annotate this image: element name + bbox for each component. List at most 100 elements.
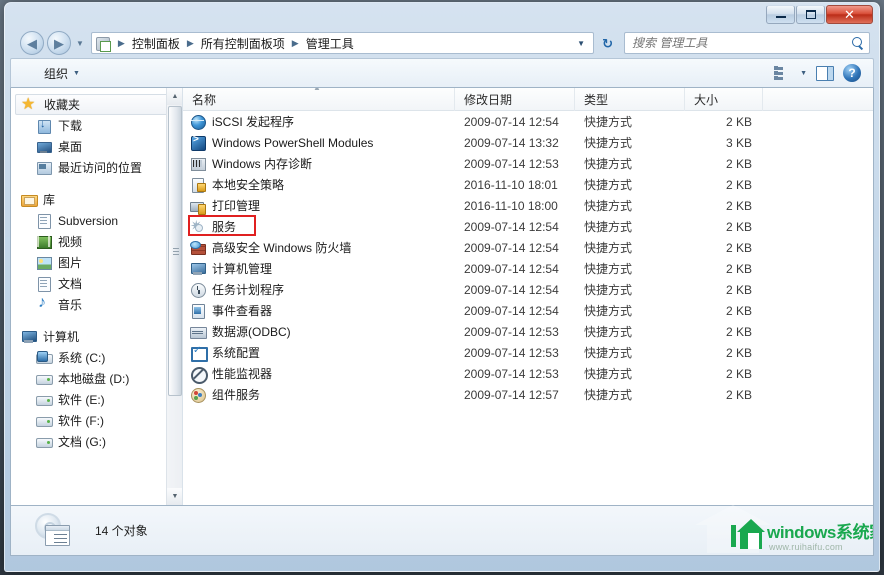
navigation-scrollbar[interactable]: ▲ ▼ bbox=[166, 88, 182, 505]
file-name-cell[interactable]: 组件服务 bbox=[183, 384, 455, 405]
file-name-cell[interactable]: 数据源(ODBC) bbox=[183, 321, 455, 342]
table-row[interactable]: Windows PowerShell Modules2009-07-14 13:… bbox=[183, 132, 873, 153]
file-date-cell: 2009-07-14 12:53 bbox=[455, 321, 575, 342]
breadcrumb-item-control-panel[interactable]: 控制面板 bbox=[129, 34, 183, 53]
table-row[interactable]: 数据源(ODBC)2009-07-14 12:53快捷方式2 KB bbox=[183, 321, 873, 342]
table-row[interactable]: 组件服务2009-07-14 12:57快捷方式2 KB bbox=[183, 384, 873, 405]
administrative-tools-icon bbox=[33, 511, 73, 551]
file-name-cell[interactable]: 服务 bbox=[183, 216, 455, 237]
file-type-cell: 快捷方式 bbox=[575, 300, 685, 321]
watermark-accent-bar bbox=[731, 525, 736, 547]
sidebar-item[interactable]: 文档 bbox=[11, 273, 182, 294]
file-name-cell[interactable]: 高级安全 Windows 防火墙 bbox=[183, 237, 455, 258]
file-date-cell: 2009-07-14 12:53 bbox=[455, 363, 575, 384]
table-row[interactable]: 打印管理2016-11-10 18:00快捷方式2 KB bbox=[183, 195, 873, 216]
table-row[interactable]: 服务2009-07-14 12:54快捷方式2 KB bbox=[183, 216, 873, 237]
list-view-icon[interactable] bbox=[774, 66, 791, 80]
file-name-label: 打印管理 bbox=[212, 197, 260, 214]
navigation-tree: 收藏夹下载桌面最近访问的位置库Subversion视频图片文档音乐计算机系统 (… bbox=[11, 88, 182, 452]
table-row[interactable]: iSCSI 发起程序2009-07-14 12:54快捷方式2 KB bbox=[183, 111, 873, 132]
column-header-date[interactable]: 修改日期 bbox=[455, 88, 575, 111]
sidebar-item[interactable]: 最近访问的位置 bbox=[11, 157, 182, 178]
file-size-cell: 2 KB bbox=[685, 300, 763, 321]
sidebar-item[interactable]: 图片 bbox=[11, 252, 182, 273]
toolbar-right-group: ▼ ? bbox=[774, 64, 869, 82]
sidebar-item[interactable]: 音乐 bbox=[11, 294, 182, 315]
sidebar-item[interactable]: 视频 bbox=[11, 231, 182, 252]
maximize-button[interactable] bbox=[796, 5, 825, 24]
table-row[interactable]: 本地安全策略2016-11-10 18:01快捷方式2 KB bbox=[183, 174, 873, 195]
minimize-button[interactable] bbox=[766, 5, 795, 24]
file-size-cell: 3 KB bbox=[685, 132, 763, 153]
file-date-cell: 2009-07-14 12:54 bbox=[455, 111, 575, 132]
file-date-cell: 2009-07-14 12:53 bbox=[455, 153, 575, 174]
file-date-cell: 2016-11-10 18:01 bbox=[455, 174, 575, 195]
table-row[interactable]: 系统配置2009-07-14 12:53快捷方式2 KB bbox=[183, 342, 873, 363]
file-name-cell[interactable]: 性能监视器 bbox=[183, 363, 455, 384]
table-row[interactable]: 计算机管理2009-07-14 12:54快捷方式2 KB bbox=[183, 258, 873, 279]
table-row[interactable]: 高级安全 Windows 防火墙2009-07-14 12:54快捷方式2 KB bbox=[183, 237, 873, 258]
file-name-cell[interactable]: Windows PowerShell Modules bbox=[183, 132, 455, 153]
sidebar-item-label: 图片 bbox=[58, 254, 82, 271]
file-name-cell[interactable]: 打印管理 bbox=[183, 195, 455, 216]
file-type-cell: 快捷方式 bbox=[575, 153, 685, 174]
breadcrumb-item-all-items[interactable]: 所有控制面板项 bbox=[198, 34, 288, 53]
sidebar-group-2[interactable]: 库 bbox=[11, 189, 182, 210]
system-drive-icon bbox=[36, 350, 52, 366]
column-header-blank bbox=[763, 88, 873, 111]
sidebar-item[interactable]: 文档 (G:) bbox=[11, 431, 182, 452]
column-header-name[interactable]: 名称 ▲ bbox=[183, 88, 455, 111]
file-name-cell[interactable]: Windows 内存诊断 bbox=[183, 153, 455, 174]
table-row[interactable]: 任务计划程序2009-07-14 12:54快捷方式2 KB bbox=[183, 279, 873, 300]
back-button[interactable]: ◀ bbox=[20, 31, 44, 55]
sidebar-group-1[interactable]: 收藏夹 bbox=[15, 94, 176, 115]
view-options-caret-icon[interactable]: ▼ bbox=[800, 70, 807, 77]
file-name-cell[interactable]: 事件查看器 bbox=[183, 300, 455, 321]
organize-button[interactable]: 组织 ▼ bbox=[37, 62, 87, 85]
help-icon[interactable]: ? bbox=[843, 64, 861, 82]
scrollbar-thumb[interactable] bbox=[168, 106, 182, 396]
sidebar-item-label: 软件 (F:) bbox=[58, 412, 104, 429]
table-row[interactable]: 性能监视器2009-07-14 12:53快捷方式2 KB bbox=[183, 363, 873, 384]
sidebar-item[interactable]: 下载 bbox=[11, 115, 182, 136]
file-name-cell[interactable]: iSCSI 发起程序 bbox=[183, 111, 455, 132]
history-dropdown-button[interactable]: ▼ bbox=[74, 39, 86, 48]
breadcrumb-item-admin-tools[interactable]: 管理工具 bbox=[303, 34, 357, 53]
preview-pane-icon[interactable] bbox=[816, 66, 834, 81]
performance-monitor-icon bbox=[190, 366, 206, 382]
file-date-cell: 2009-07-14 12:54 bbox=[455, 279, 575, 300]
breadcrumb[interactable]: ▶ 控制面板 ▶ 所有控制面板项 ▶ 管理工具 ▼ bbox=[91, 32, 594, 54]
window-controls: ✕ bbox=[766, 5, 873, 24]
search-box[interactable] bbox=[624, 32, 870, 54]
file-name-cell[interactable]: 计算机管理 bbox=[183, 258, 455, 279]
file-type-cell: 快捷方式 bbox=[575, 237, 685, 258]
chevron-down-icon[interactable]: ▼ bbox=[571, 39, 591, 48]
file-type-cell: 快捷方式 bbox=[575, 321, 685, 342]
file-size-cell: 2 KB bbox=[685, 195, 763, 216]
sidebar-group-3[interactable]: 计算机 bbox=[11, 326, 182, 347]
refresh-button[interactable]: ↻ bbox=[597, 37, 618, 50]
sidebar-item[interactable]: 本地磁盘 (D:) bbox=[11, 368, 182, 389]
close-button[interactable]: ✕ bbox=[826, 5, 873, 24]
scroll-down-button[interactable]: ▼ bbox=[167, 488, 183, 505]
breadcrumb-separator: ▶ bbox=[288, 38, 303, 49]
downloads-icon bbox=[36, 118, 52, 134]
sidebar-item[interactable]: 桌面 bbox=[11, 136, 182, 157]
table-row[interactable]: 事件查看器2009-07-14 12:54快捷方式2 KB bbox=[183, 300, 873, 321]
table-row[interactable]: Windows 内存诊断2009-07-14 12:53快捷方式2 KB bbox=[183, 153, 873, 174]
file-name-cell[interactable]: 任务计划程序 bbox=[183, 279, 455, 300]
file-name-cell[interactable]: 本地安全策略 bbox=[183, 174, 455, 195]
file-rows: iSCSI 发起程序2009-07-14 12:54快捷方式2 KBWindow… bbox=[183, 111, 873, 405]
sidebar-item[interactable]: Subversion bbox=[11, 210, 182, 231]
column-header-size[interactable]: 大小 bbox=[685, 88, 763, 111]
forward-button[interactable]: ▶ bbox=[47, 31, 71, 55]
column-header-type[interactable]: 类型 bbox=[575, 88, 685, 111]
scroll-up-button[interactable]: ▲ bbox=[167, 88, 183, 105]
file-name-cell[interactable]: 系统配置 bbox=[183, 342, 455, 363]
event-viewer-icon bbox=[190, 303, 206, 319]
sidebar-item[interactable]: 软件 (F:) bbox=[11, 410, 182, 431]
search-input[interactable] bbox=[632, 36, 851, 50]
chevron-down-icon: ▼ bbox=[73, 70, 80, 77]
sidebar-item[interactable]: 系统 (C:) bbox=[11, 347, 182, 368]
sidebar-item[interactable]: 软件 (E:) bbox=[11, 389, 182, 410]
